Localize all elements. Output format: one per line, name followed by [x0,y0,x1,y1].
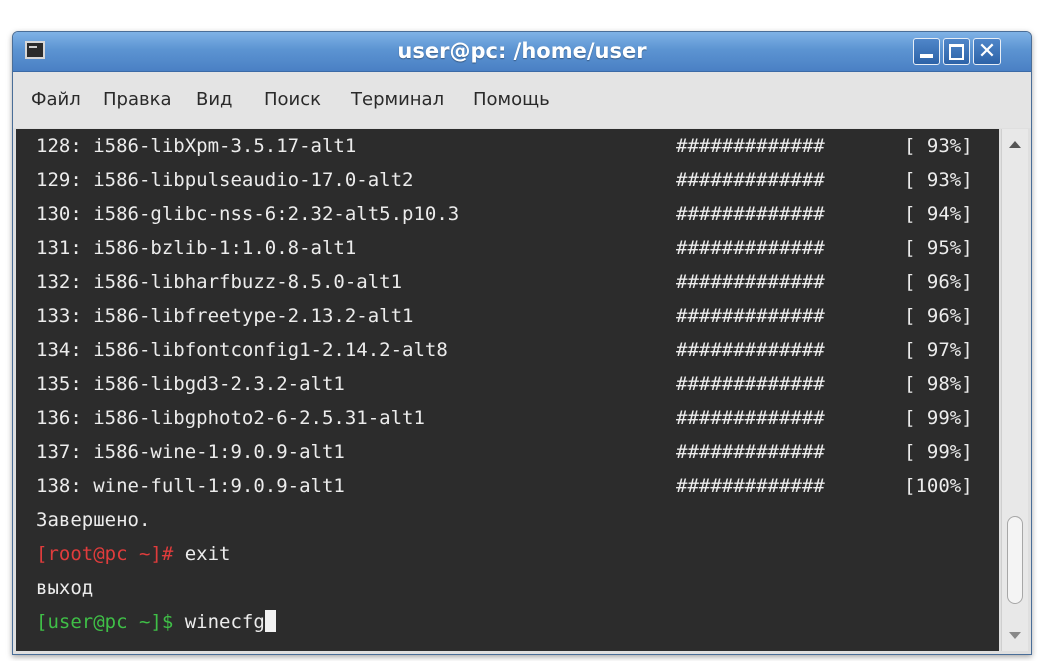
terminal-line: 134: i586-libfontconfig1-2.14.2-alt8 [36,339,448,361]
menu-terminal[interactable]: Терминал [351,89,444,110]
chevron-down-icon[interactable] [1009,632,1021,639]
menu-help[interactable]: Помощь [473,89,550,110]
progress-percent: [ 93%] [904,169,973,191]
progress-bar-text: ############# [676,407,825,429]
progress-percent: [ 96%] [904,271,973,293]
terminal-line: 138: wine-full-1:9.0.9-alt1 [36,475,345,497]
terminal-line: 131: i586-bzlib-1:1.0.8-alt1 [36,237,357,259]
progress-bar-text: ############# [676,135,825,157]
progress-percent: [ 99%] [904,407,973,429]
vertical-scrollbar[interactable] [1001,129,1028,651]
terminal-line: 137: i586-wine-1:9.0.9-alt1 [36,441,345,463]
progress-percent: [ 94%] [904,203,973,225]
terminal-line: 129: i586-libpulseaudio-17.0-alt2 [36,169,414,191]
progress-bar-text: ############# [676,373,825,395]
title-bar[interactable]: user@pc: /home/user ✕ [13,32,1031,72]
terminal-line: 132: i586-libharfbuzz-8.5.0-alt1 [36,271,403,293]
root-prompt: [root@pc ~]# [36,543,174,565]
progress-bar-text: ############# [676,237,825,259]
progress-bar-text: ############# [676,271,825,293]
progress-percent: [ 95%] [904,237,973,259]
root-prompt-line: [root@pc ~]# exit [36,537,231,571]
terminal-line: 133: i586-libfreetype-2.13.2-alt1 [36,305,414,327]
done-line: Завершено. [36,509,151,531]
close-icon: ✕ [977,39,997,64]
progress-percent: [ 96%] [904,305,973,327]
menu-search[interactable]: Поиск [264,89,321,110]
user-command[interactable]: winecfg [185,611,265,633]
menu-view[interactable]: Вид [196,89,233,110]
progress-bar-text: ############# [676,203,825,225]
minimize-button[interactable] [913,38,940,65]
progress-bar-text: ############# [676,169,825,191]
progress-bar-text: ############# [676,339,825,361]
window-title: user@pc: /home/user [397,39,647,63]
exit-output-line: выход [36,577,94,599]
menu-file[interactable]: Файл [31,89,81,110]
progress-percent: [100%] [904,475,973,497]
terminal-line: 136: i586-libgphoto2-6-2.5.31-alt1 [36,407,425,429]
progress-percent: [ 97%] [904,339,973,361]
progress-percent: [ 99%] [904,441,973,463]
terminal-line: 130: i586-glibc-nss-6:2.32-alt5.p10.3 [36,203,460,225]
text-cursor [264,610,276,632]
terminal-line: 135: i586-libgd3-2.3.2-alt1 [36,373,345,395]
terminal-output[interactable]: 128: i586-libXpm-3.5.17-alt1 ###########… [16,129,999,651]
root-command: exit [184,543,231,565]
user-prompt-line[interactable]: [user@pc ~]$ winecfg [36,605,276,639]
menu-bar: Файл Правка Вид Поиск Терминал Помощь [13,72,1031,128]
user-prompt: [user@pc ~]$ [36,611,174,633]
progress-bar-text: ############# [676,305,825,327]
progress-bar-text: ############# [676,441,825,463]
terminal-window: user@pc: /home/user ✕ Файл Правка Вид По… [12,31,1032,655]
maximize-button[interactable] [943,38,970,65]
scrollbar-thumb[interactable] [1007,516,1023,604]
close-button[interactable]: ✕ [973,38,1001,65]
progress-percent: [ 98%] [904,373,973,395]
terminal-line: 128: i586-libXpm-3.5.17-alt1 [36,135,357,157]
menu-edit[interactable]: Правка [103,89,172,110]
chevron-up-icon[interactable] [1009,141,1021,148]
progress-percent: [ 93%] [904,135,973,157]
progress-bar-text: ############# [676,475,825,497]
